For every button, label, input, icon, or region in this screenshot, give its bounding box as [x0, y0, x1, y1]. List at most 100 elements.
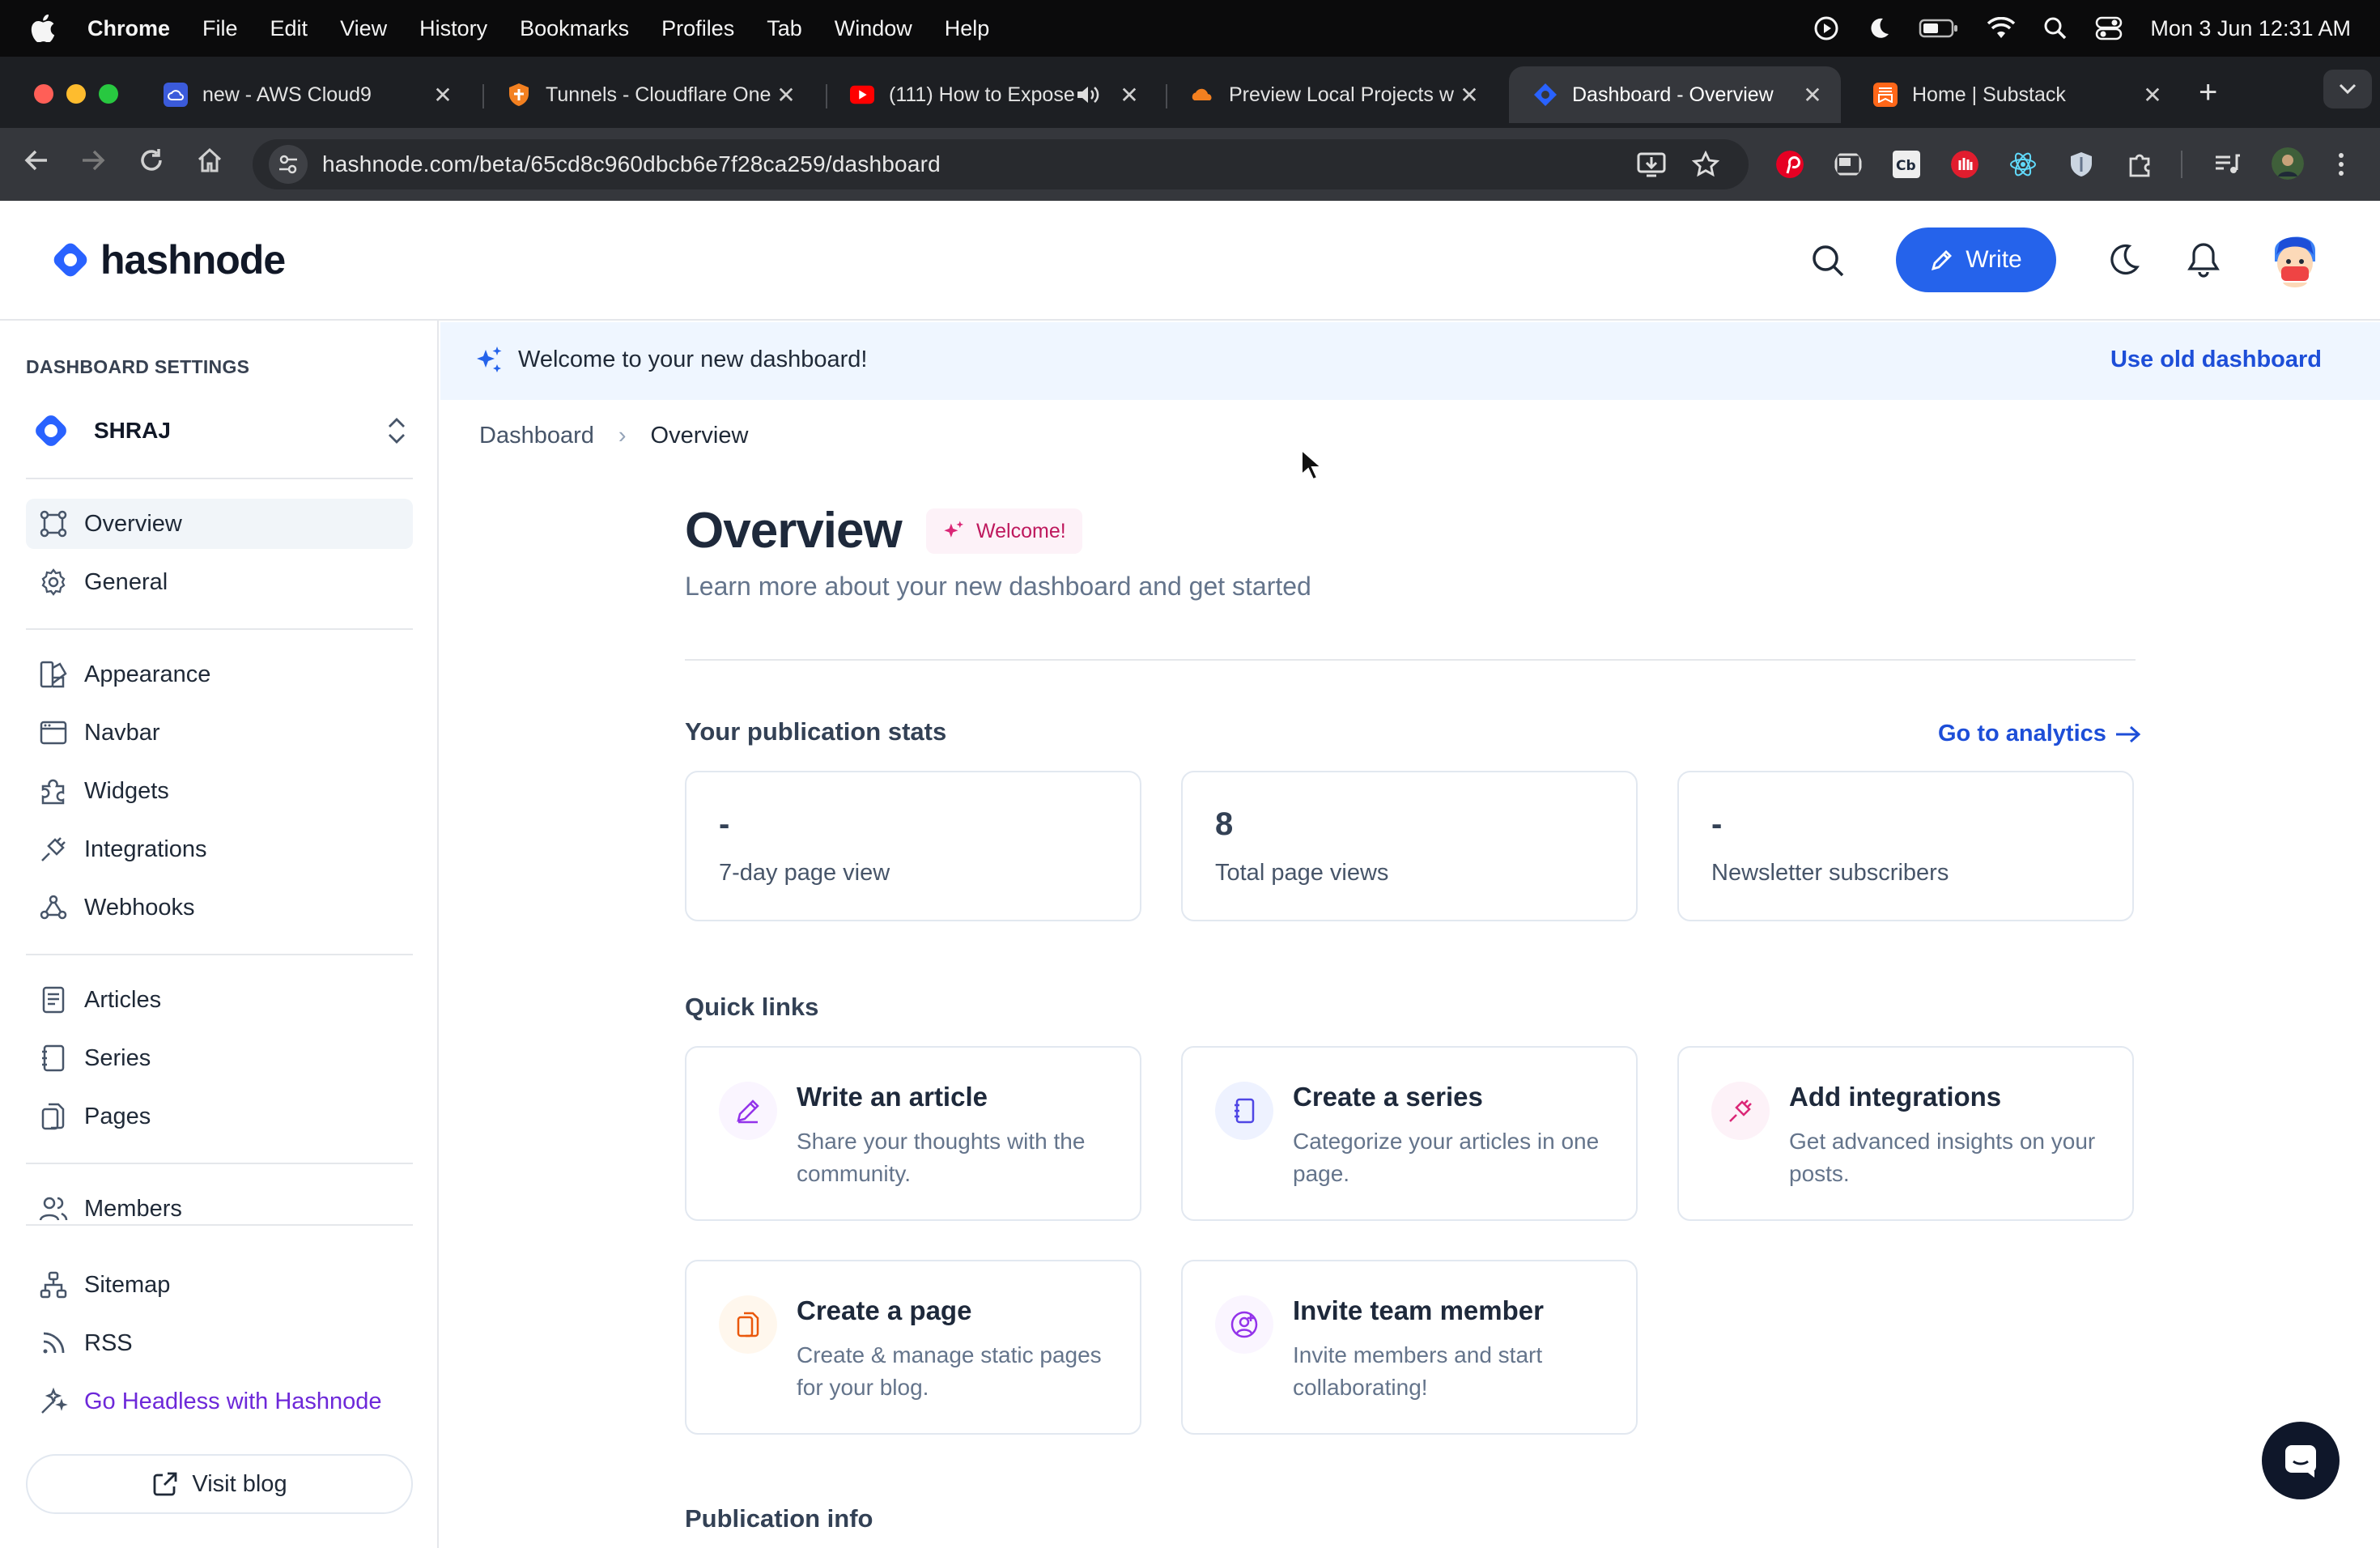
tab-substack[interactable]: Home | Substack ✕: [1849, 66, 2181, 123]
cloudflare-shield-icon: [507, 83, 531, 107]
media-controls-icon[interactable]: [2213, 151, 2241, 178]
hashnode-logo[interactable]: hashnode: [50, 236, 286, 283]
home-icon[interactable]: [196, 147, 223, 174]
menu-profiles[interactable]: Profiles: [661, 16, 734, 41]
pinterest-extension-icon[interactable]: [1776, 151, 1804, 178]
site-info-icon[interactable]: [269, 145, 308, 184]
quick-link-desc: Invite members and start collaborating!: [1293, 1342, 1543, 1400]
ublock-extension-icon[interactable]: [1951, 151, 1978, 178]
sidebar-item-label: Appearance: [84, 661, 211, 687]
url-text[interactable]: hashnode.com/beta/65cd8c960dbcb6e7f28ca2…: [322, 151, 941, 177]
tab-close-icon[interactable]: ✕: [431, 82, 455, 108]
sidebar-item-appearance[interactable]: Appearance: [26, 649, 413, 700]
quick-link-write-article[interactable]: Write an article Share your thoughts wit…: [685, 1046, 1141, 1221]
install-app-icon[interactable]: [1637, 151, 1666, 178]
visit-blog-button[interactable]: Visit blog: [26, 1454, 413, 1514]
menu-help[interactable]: Help: [945, 16, 990, 41]
tab-close-icon[interactable]: ✕: [1800, 82, 1825, 108]
tab-close-icon[interactable]: ✕: [774, 82, 798, 108]
search-icon[interactable]: [1810, 243, 1846, 279]
tab-cloudflare-tunnels[interactable]: Tunnels - Cloudflare One ✕: [482, 66, 814, 123]
sidebar-item-widgets[interactable]: Widgets: [26, 766, 413, 816]
chrome-menu-kebab-icon[interactable]: [2333, 151, 2349, 178]
write-button[interactable]: Write: [1896, 228, 2056, 292]
quick-link-create-series[interactable]: Create a series Categorize your articles…: [1181, 1046, 1638, 1221]
support-chat-button[interactable]: [2262, 1422, 2340, 1499]
tab-youtube[interactable]: (111) How to Expose ✕: [826, 66, 1158, 123]
address-bar[interactable]: hashnode.com/beta/65cd8c960dbcb6e7f28ca2…: [253, 139, 1749, 189]
tab-preview-local-projects[interactable]: Preview Local Projects w ✕: [1166, 66, 1498, 123]
sidebar-item-integrations[interactable]: Integrations: [26, 824, 413, 874]
sidebar-item-navbar[interactable]: Navbar: [26, 708, 413, 758]
quick-link-desc: Create & manage static pages for your bl…: [797, 1342, 1102, 1400]
cloudflare-icon: [1190, 83, 1214, 107]
profile-avatar[interactable]: [2272, 147, 2304, 180]
use-old-dashboard-link[interactable]: Use old dashboard: [2110, 347, 2322, 373]
sidebar-item-members[interactable]: Members: [26, 1184, 413, 1234]
menu-app-chrome[interactable]: Chrome: [87, 16, 170, 41]
chevron-down-icon: [2339, 83, 2357, 95]
window-close-button[interactable]: [34, 84, 53, 104]
forward-arrow-icon[interactable]: [79, 147, 107, 174]
sidebar-item-go-headless[interactable]: Go Headless with Hashnode: [26, 1376, 413, 1427]
breadcrumb-dashboard-link[interactable]: Dashboard: [479, 423, 594, 449]
sidebar-item-series[interactable]: Series: [26, 1033, 413, 1083]
spotlight-search-icon[interactable]: [2043, 16, 2068, 40]
sidebar-item-general[interactable]: General: [26, 557, 413, 607]
stats-section-title: Your publication stats: [685, 717, 947, 746]
quick-link-create-page[interactable]: Create a page Create & manage static pag…: [685, 1260, 1141, 1435]
sidebar-item-webhooks[interactable]: Webhooks: [26, 882, 413, 933]
moon-icon[interactable]: [1867, 16, 1891, 40]
sidebar-item-label: Navbar: [84, 719, 160, 746]
menubar-clock[interactable]: Mon 3 Jun 12:31 AM: [2150, 16, 2351, 41]
menu-file[interactable]: File: [202, 16, 238, 41]
dark-mode-moon-icon[interactable]: [2105, 243, 2140, 279]
write-button-label: Write: [1966, 246, 2022, 273]
privacy-shield-extension-icon[interactable]: [2068, 151, 2095, 178]
menu-edit[interactable]: Edit: [270, 16, 308, 41]
wifi-icon[interactable]: [1987, 17, 2016, 40]
quick-link-add-integrations[interactable]: Add integrations Get advanced insights o…: [1677, 1046, 2134, 1221]
publication-switcher[interactable]: SHRAJ: [31, 405, 408, 457]
window-zoom-button[interactable]: [99, 84, 118, 104]
apple-icon[interactable]: [31, 15, 55, 42]
menu-window[interactable]: Window: [835, 16, 912, 41]
user-avatar[interactable]: [2267, 229, 2323, 294]
cloud9-icon: [164, 83, 188, 107]
sidebar-item-label: Pages: [84, 1103, 151, 1129]
sidebar-item-pages[interactable]: Pages: [26, 1091, 413, 1142]
sparkles-icon: [944, 521, 964, 538]
notification-bell-icon[interactable]: [2186, 241, 2221, 279]
sidebar-item-label: Widgets: [84, 777, 169, 804]
crunchbase-extension-icon[interactable]: Cb: [1893, 151, 1920, 178]
sidebar-item-articles[interactable]: Articles: [26, 975, 413, 1025]
tab-close-icon[interactable]: ✕: [1457, 82, 1481, 108]
picture-in-picture-extension-icon[interactable]: [1834, 151, 1862, 178]
control-center-icon[interactable]: [2095, 16, 2123, 40]
menu-view[interactable]: View: [340, 16, 387, 41]
battery-icon[interactable]: [1919, 18, 1959, 39]
tab-search-button[interactable]: [2323, 70, 2372, 108]
new-tab-button[interactable]: +: [2199, 74, 2217, 111]
react-devtools-extension-icon[interactable]: [2009, 151, 2037, 178]
bookmark-star-icon[interactable]: [1692, 151, 1719, 178]
tab-close-icon[interactable]: ✕: [1117, 82, 1141, 108]
quick-link-invite-team-member[interactable]: Invite team member Invite members and st…: [1181, 1260, 1638, 1435]
window-minimize-button[interactable]: [66, 84, 86, 104]
speaker-icon[interactable]: [1075, 84, 1099, 105]
sidebar-item-overview[interactable]: Overview: [26, 499, 413, 549]
tab-dashboard-overview[interactable]: Dashboard - Overview ✕: [1509, 66, 1841, 123]
menu-history[interactable]: History: [419, 16, 487, 41]
sidebar-item-sitemap[interactable]: Sitemap: [26, 1260, 413, 1310]
sidebar-item-rss[interactable]: RSS: [26, 1318, 413, 1368]
play-circle-icon[interactable]: [1813, 15, 1839, 41]
back-arrow-icon[interactable]: [23, 147, 50, 174]
tab-title: Preview Local Projects w: [1229, 83, 1454, 106]
tab-close-icon[interactable]: ✕: [2140, 82, 2165, 108]
tab-aws-cloud9[interactable]: new - AWS Cloud9 ✕: [139, 66, 471, 123]
go-to-analytics-link[interactable]: Go to analytics: [1938, 721, 2142, 747]
menu-bookmarks[interactable]: Bookmarks: [520, 16, 629, 41]
menu-tab[interactable]: Tab: [767, 16, 802, 41]
extensions-puzzle-icon[interactable]: [2126, 151, 2153, 178]
reload-icon[interactable]: [138, 147, 165, 174]
